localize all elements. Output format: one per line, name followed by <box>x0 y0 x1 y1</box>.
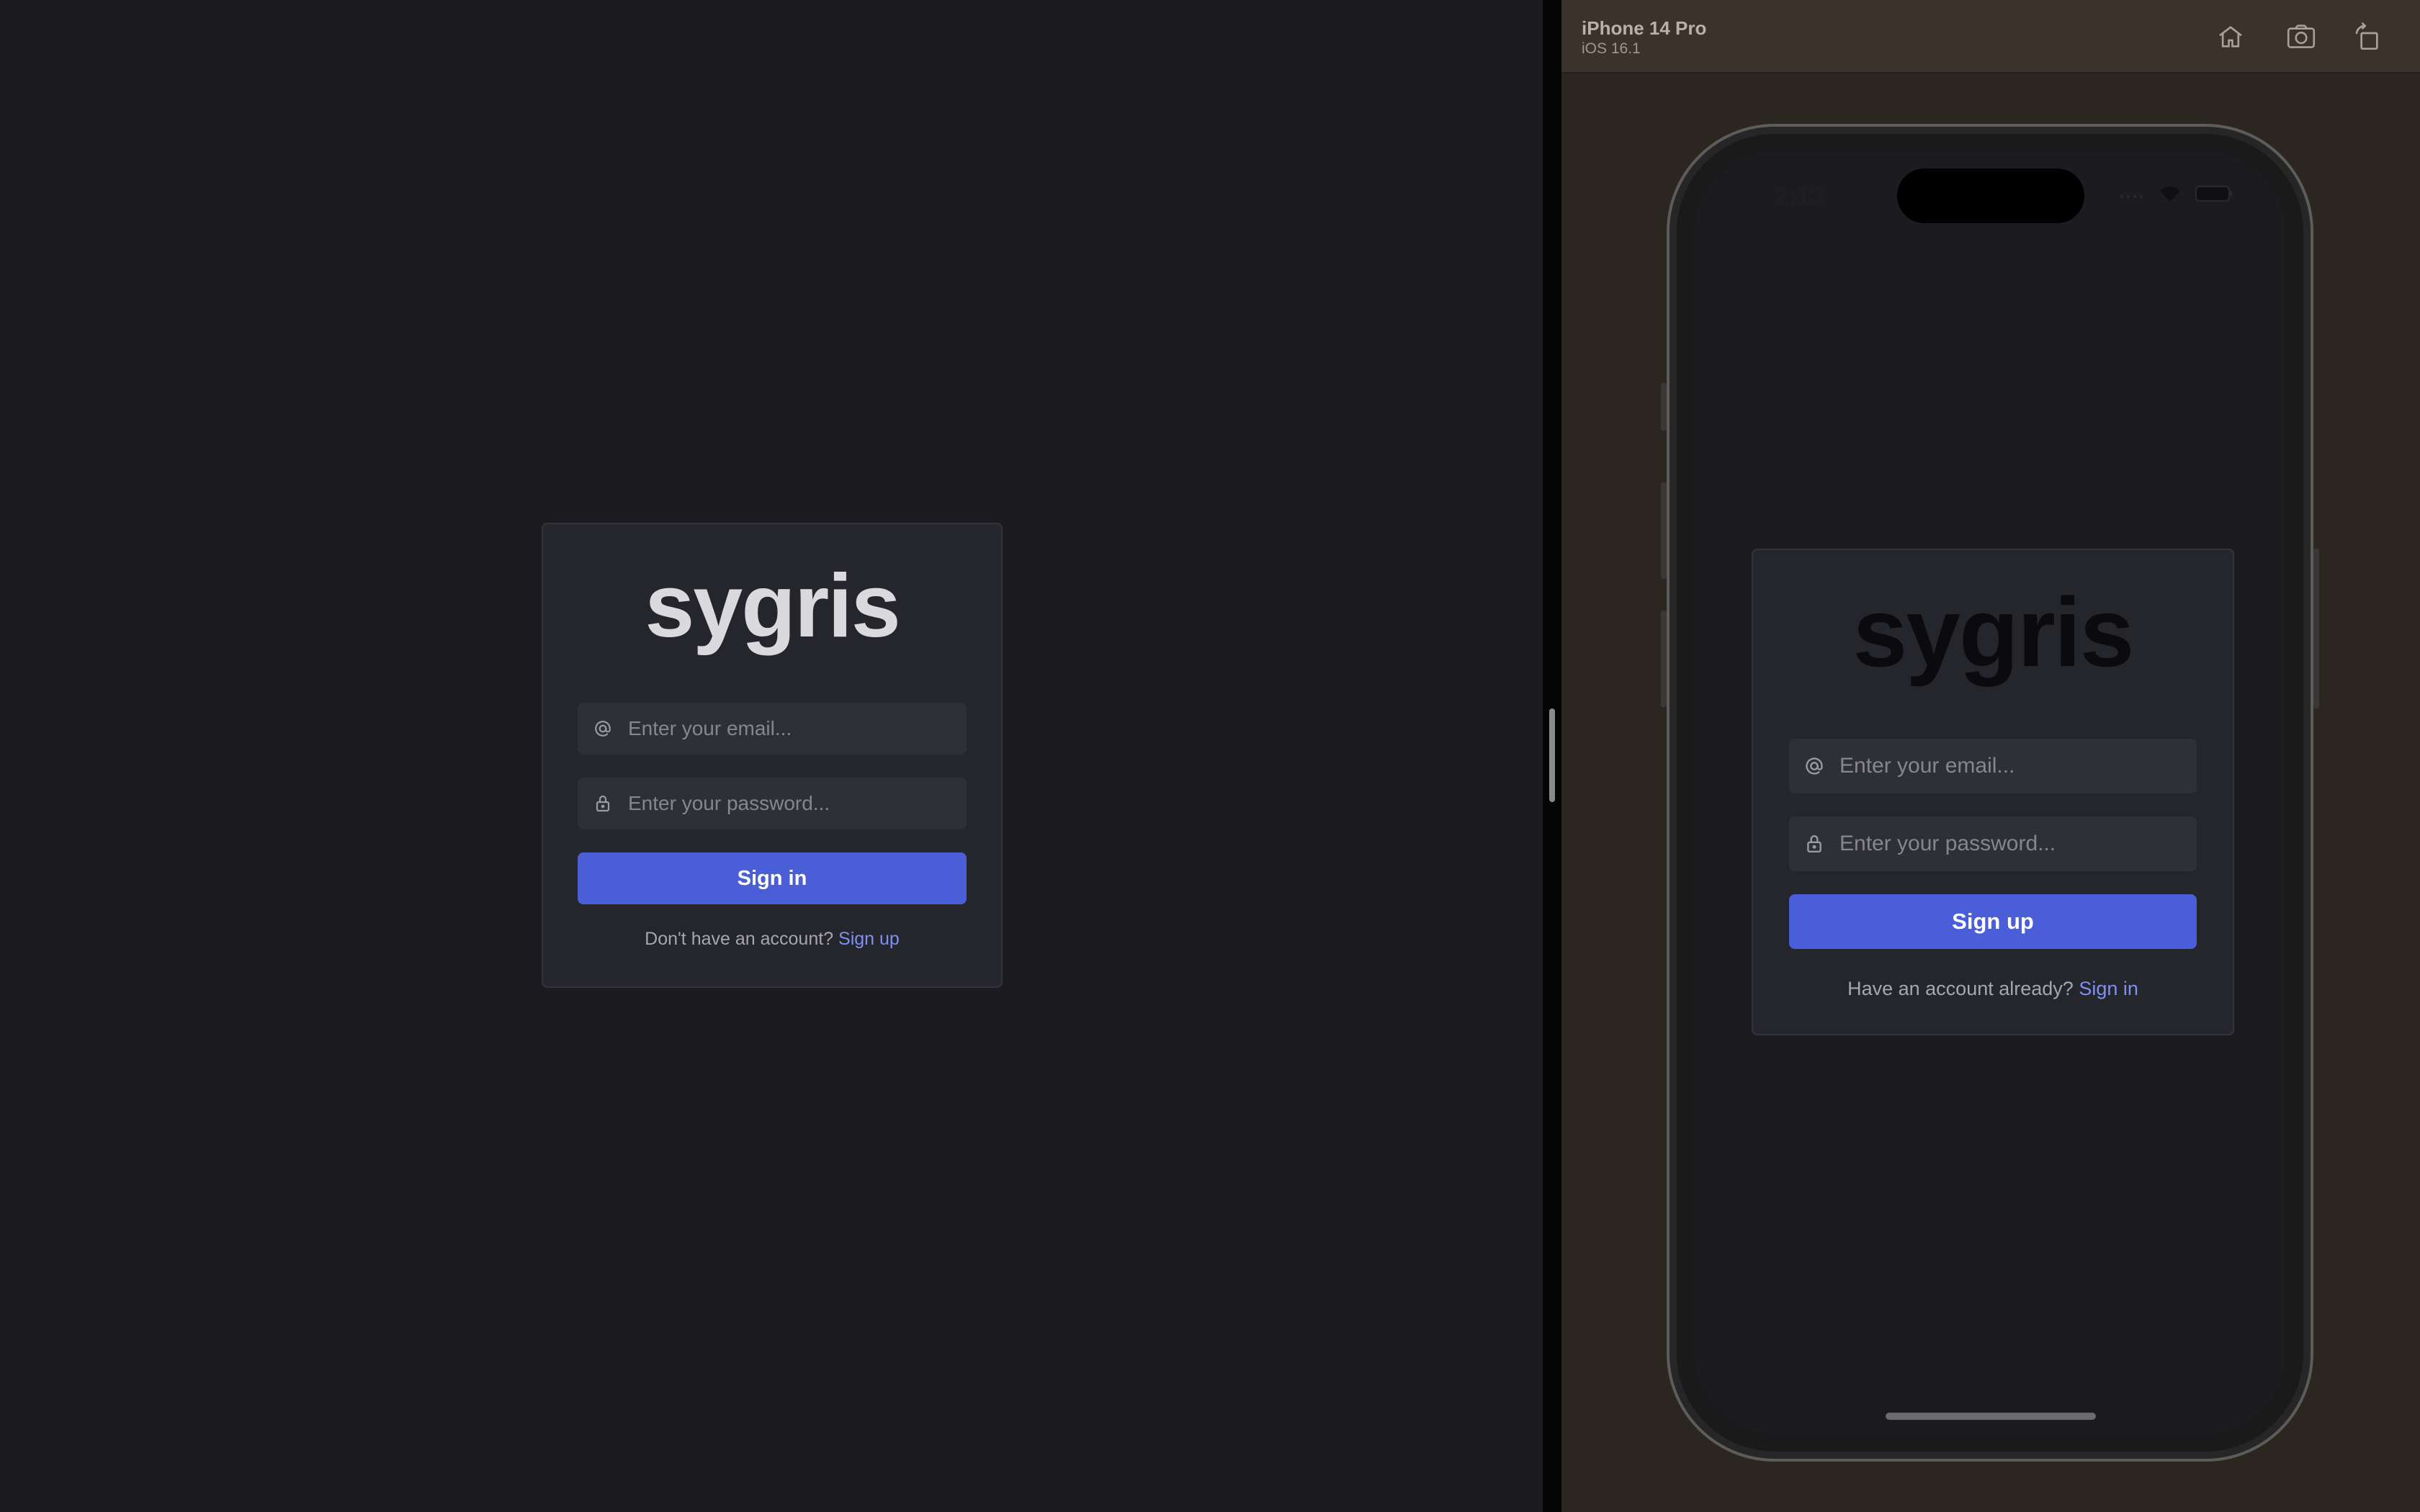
wifi-icon <box>2158 184 2182 207</box>
web-app-pane: sygris Sign in Don't have an <box>0 0 1543 1512</box>
os-version: iOS 16.1 <box>1582 40 1641 57</box>
screenshot-icon[interactable] <box>2285 20 2318 53</box>
mobile-email-field[interactable] <box>1789 739 2197 793</box>
status-time: 2:13 <box>1775 183 1824 210</box>
mobile-brand-logo: sygris <box>1852 577 2135 687</box>
status-indicators <box>2119 184 2233 207</box>
phone-volume-down <box>1661 611 1667 707</box>
at-icon <box>578 719 628 738</box>
sign-in-card: sygris Sign in Don't have an <box>542 523 1003 988</box>
brand-logo: sygris <box>645 557 900 656</box>
home-icon[interactable] <box>2214 20 2247 53</box>
signin-prompt: Have an account already? Sign in <box>1753 978 2233 1000</box>
dynamic-island <box>1897 168 2084 223</box>
password-input[interactable] <box>628 792 967 815</box>
battery-icon <box>2195 185 2233 206</box>
mobile-password-field[interactable] <box>1789 816 2197 871</box>
rotate-icon[interactable] <box>2351 20 2384 53</box>
simulator-titlebar: iPhone 14 Pro iOS 16.1 <box>1561 0 2420 73</box>
lock-icon <box>578 794 628 813</box>
at-icon <box>1789 756 1839 776</box>
device-name: iPhone 14 Pro <box>1582 17 1707 39</box>
home-indicator[interactable] <box>1886 1413 2096 1420</box>
phone-volume-up <box>1661 482 1667 579</box>
phone-screen: 2:13 sygris Enter your email... Sign up … <box>1694 151 2286 1434</box>
lock-icon <box>1789 834 1839 854</box>
mobile-email-input[interactable] <box>1839 754 2197 778</box>
split-resize-handle[interactable] <box>1549 708 1555 802</box>
sign-up-link[interactable]: Sign up <box>838 929 900 949</box>
signal-icon <box>2119 189 2145 202</box>
signup-prompt: Don't have an account? Sign up <box>543 929 1001 950</box>
password-field[interactable] <box>578 778 967 829</box>
sign-in-link[interactable]: Sign in <box>2079 978 2138 999</box>
sign-in-button[interactable]: Sign in <box>578 852 967 904</box>
phone-mute-switch <box>1661 383 1667 431</box>
mobile-sign-up-card: sygris Sign up Have an accou <box>1752 549 2234 1035</box>
phone-power-button <box>2313 549 2319 708</box>
signin-prompt-text: Have an account already? <box>1847 978 2074 999</box>
mobile-password-input[interactable] <box>1839 832 2197 856</box>
email-field[interactable] <box>578 703 967 755</box>
sign-up-button[interactable]: Sign up <box>1789 894 2197 949</box>
email-input[interactable] <box>628 717 967 740</box>
signup-prompt-text: Don't have an account? <box>645 929 834 949</box>
